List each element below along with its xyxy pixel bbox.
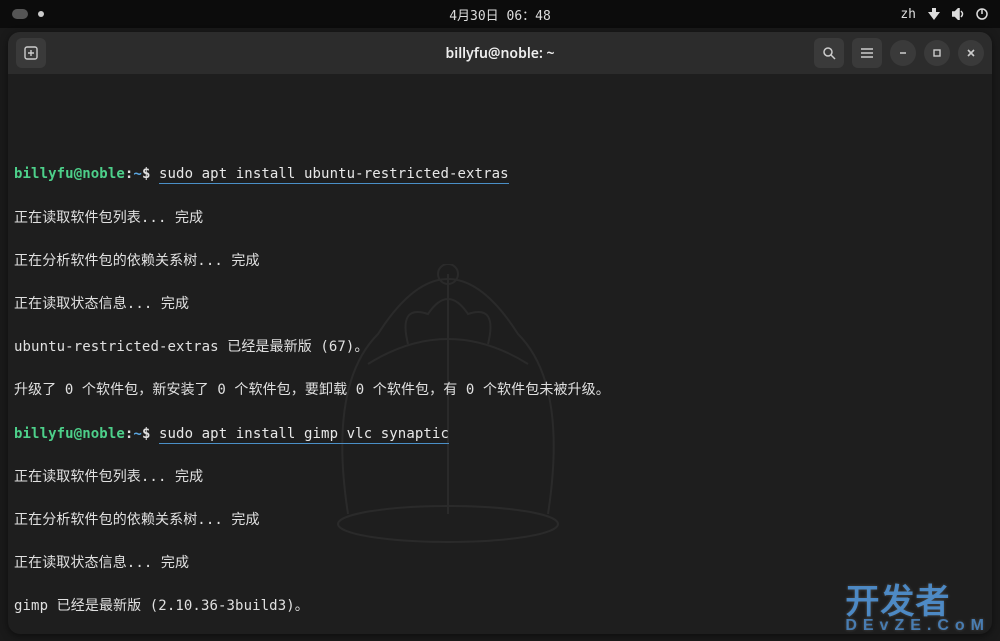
prompt-symbol: $: [142, 166, 151, 182]
hamburger-menu-button[interactable]: [852, 38, 882, 68]
command-2: sudo apt install gimp vlc synaptic: [159, 426, 449, 444]
prompt-user: billyfu@noble: [14, 426, 125, 442]
output-line: 正在分析软件包的依赖关系树... 完成: [14, 251, 986, 273]
new-tab-button[interactable]: [16, 38, 46, 68]
output-line: gimp 已经是最新版 (2.10.36-3build3)。: [14, 596, 986, 618]
power-icon[interactable]: [976, 8, 988, 20]
output-line: 升级了 0 个软件包，新安装了 0 个软件包，要卸载 0 个软件包，有 0 个软…: [14, 380, 986, 402]
maximize-button[interactable]: [924, 40, 950, 66]
input-method-indicator[interactable]: zh: [900, 7, 916, 22]
prompt-symbol: $: [142, 426, 151, 442]
command-1: sudo apt install ubuntu-restricted-extra…: [159, 166, 509, 184]
terminal-indicator-icon[interactable]: [38, 11, 44, 17]
output-line: 正在读取软件包列表... 完成: [14, 467, 986, 489]
prompt-path: ~: [133, 426, 142, 442]
volume-icon[interactable]: [952, 8, 966, 20]
output-line: 正在读取软件包列表... 完成: [14, 208, 986, 230]
gnome-topbar: 4月30日 06：48 zh: [0, 0, 1000, 28]
terminal-window: billyfu@noble: ~: [8, 32, 992, 634]
terminal-output[interactable]: billyfu@noble:~$ sudo apt install ubuntu…: [8, 74, 992, 634]
output-line: 正在读取状态信息... 完成: [14, 294, 986, 316]
window-titlebar: billyfu@noble: ~: [8, 32, 992, 74]
window-title: billyfu@noble: ~: [445, 44, 554, 63]
clock[interactable]: 4月30日 06：48: [449, 5, 551, 24]
activities-icon[interactable]: [12, 9, 28, 19]
prompt-path: ~: [133, 166, 142, 182]
output-line: 正在分析软件包的依赖关系树... 完成: [14, 510, 986, 532]
network-icon[interactable]: [926, 8, 942, 20]
search-button[interactable]: [814, 38, 844, 68]
close-button[interactable]: [958, 40, 984, 66]
minimize-button[interactable]: [890, 40, 916, 66]
output-line: 正在读取状态信息... 完成: [14, 553, 986, 575]
prompt-user: billyfu@noble: [14, 166, 125, 182]
output-line: ubuntu-restricted-extras 已经是最新版 (67)。: [14, 337, 986, 359]
